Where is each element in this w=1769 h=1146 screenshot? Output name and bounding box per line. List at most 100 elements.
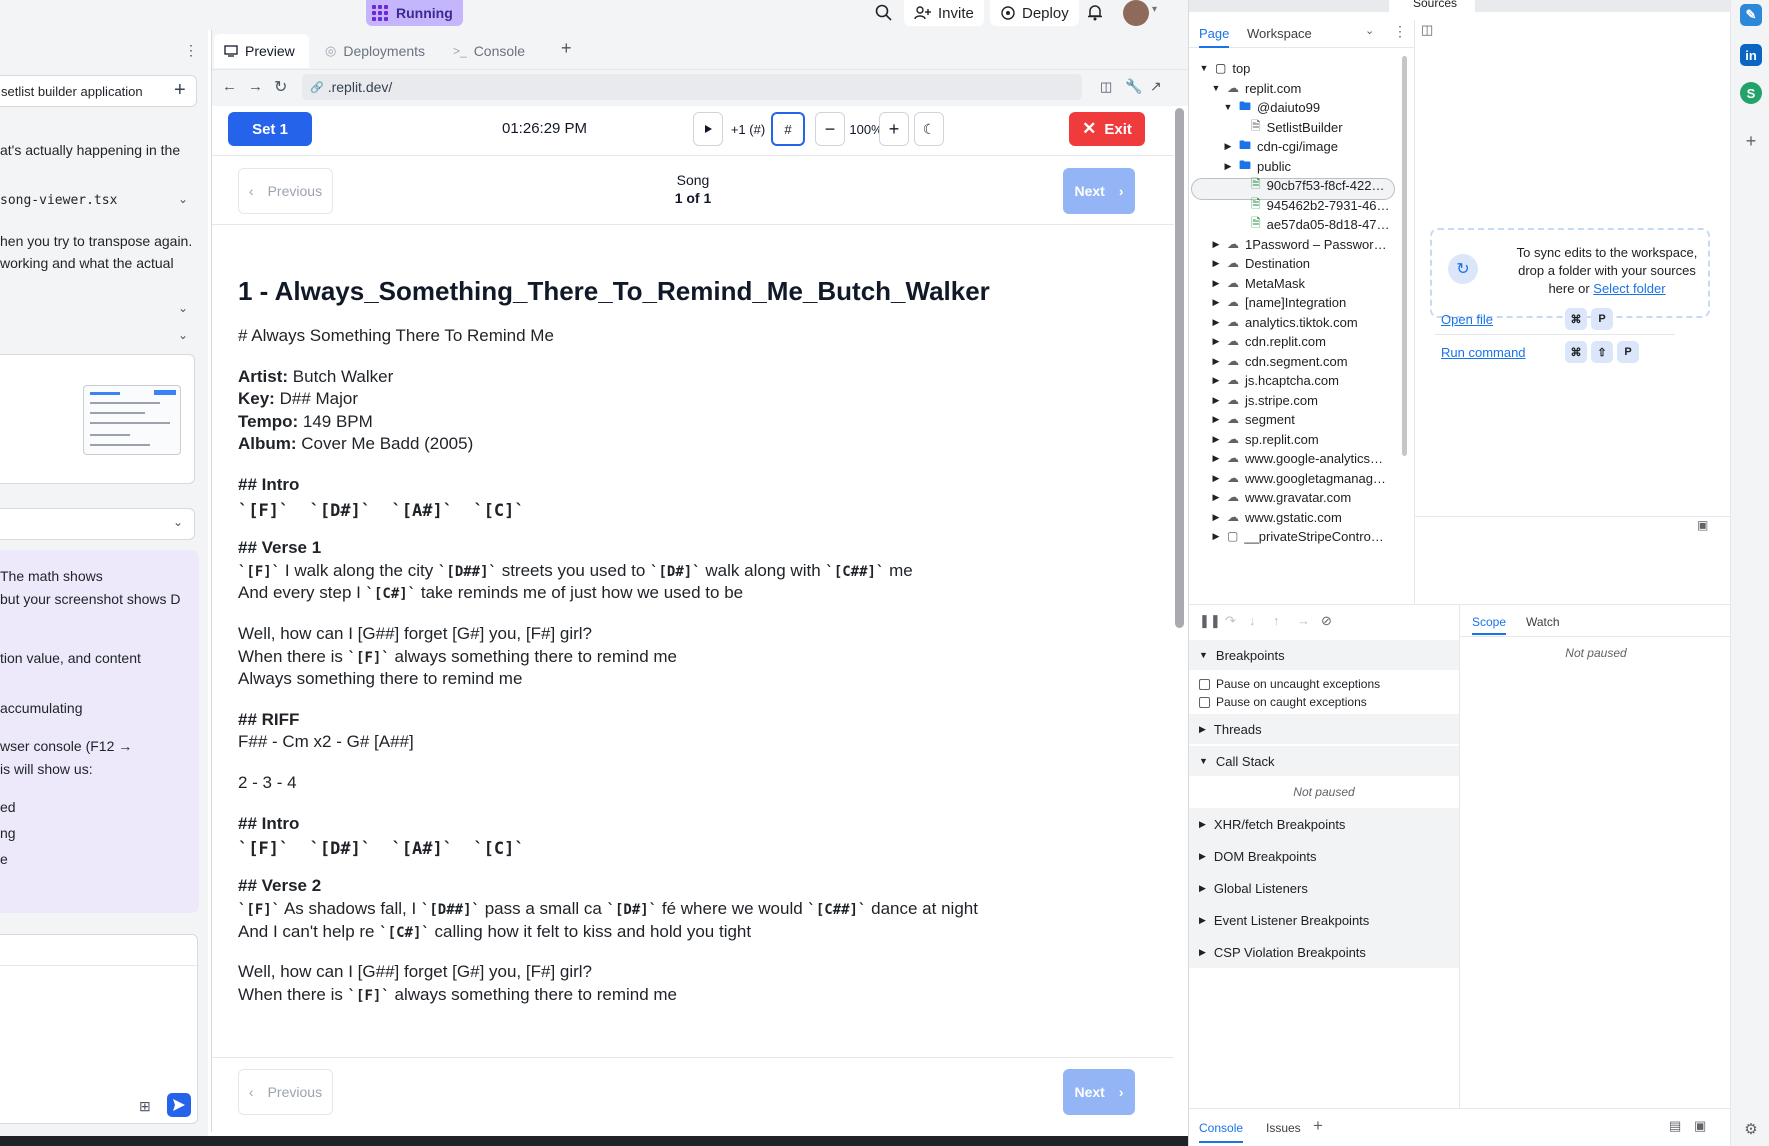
add-icon[interactable]: + — [1740, 130, 1762, 152]
dark-mode-button[interactable]: ☾ — [914, 112, 944, 146]
tree-item[interactable]: 🗎 90cb7f53-f8cf-422… — [1235, 175, 1384, 195]
tab-deployments[interactable]: ◎ Deployments — [315, 34, 437, 68]
workspace-drop-zone[interactable]: ↻ To sync edits to the workspace, drop a… — [1430, 228, 1710, 318]
tree-item[interactable]: ▶ ☁ js.hcaptcha.com — [1211, 370, 1339, 390]
toggle-sidebar-icon[interactable]: ◫ — [1421, 22, 1433, 38]
tree-item[interactable]: ▶ 🖿 public — [1223, 156, 1291, 176]
screenshot-attachment[interactable] — [0, 354, 195, 484]
threads-header[interactable]: ▶ Threads — [1189, 714, 1459, 744]
step-out-icon[interactable]: ↑ — [1273, 613, 1280, 628]
sharp-toggle-button[interactable]: # — [771, 112, 805, 146]
step-into-icon[interactable]: ↓ — [1249, 613, 1256, 628]
tree-item[interactable]: 🗎 SetlistBuilder — [1235, 117, 1343, 137]
previous-button[interactable]: ‹ Previous — [238, 1069, 333, 1115]
tab-workspace[interactable]: Workspace — [1247, 26, 1312, 41]
tree-item[interactable]: ▶ ☁ Destination — [1211, 253, 1311, 273]
tree-item[interactable]: ▶ ☁ 1Password – Passwor… — [1211, 234, 1387, 254]
exit-button[interactable]: ✕ Exit — [1069, 112, 1145, 146]
screenshot-icon[interactable]: ▣ — [1697, 518, 1708, 532]
tab-scope[interactable]: Scope — [1472, 615, 1507, 635]
tree-item[interactable]: ▶ ☁ cdn.segment.com — [1211, 351, 1348, 371]
chevron-down-icon[interactable]: ▾ — [1152, 4, 1157, 15]
more-options-icon[interactable]: ⋮ — [184, 42, 198, 59]
send-button[interactable] — [167, 1093, 191, 1117]
run-command-link[interactable]: Run command — [1441, 345, 1526, 360]
tree-item[interactable]: ▶ ☁ cdn.replit.com — [1211, 331, 1326, 351]
play-button[interactable] — [693, 112, 723, 146]
tree-item[interactable]: ▶ ☁ js.stripe.com — [1211, 390, 1318, 410]
breakpoints-header[interactable]: ▼ Breakpoints — [1189, 640, 1459, 670]
tree-item[interactable]: ▶ ☁ [name]Integration — [1211, 292, 1347, 312]
add-icon[interactable]: + — [174, 79, 186, 102]
new-tab-icon[interactable]: + — [561, 38, 572, 59]
tab-preview[interactable]: Preview — [214, 34, 309, 68]
more-options-icon[interactable]: ⋮ — [1393, 23, 1407, 40]
chevron-down-icon[interactable]: ⌄ — [178, 328, 188, 342]
chevron-down-icon[interactable]: ⌄ — [178, 301, 188, 315]
back-arrow-icon[interactable]: ← — [222, 78, 237, 95]
screenshot-thumbnail[interactable] — [83, 385, 181, 455]
step-over-icon[interactable]: ↷ — [1225, 613, 1236, 629]
forward-arrow-icon[interactable]: → — [248, 78, 263, 95]
chevron-down-icon[interactable]: ⌄ — [178, 192, 188, 206]
chevron-down-icon[interactable]: ⌄ — [1365, 24, 1374, 37]
settings-sliders-icon[interactable]: ⊞ — [139, 1098, 151, 1115]
extension-icon[interactable]: ✎ — [1740, 4, 1762, 26]
event-listener-breakpoints-header[interactable]: ▶ Event Listener Breakpoints — [1189, 904, 1459, 936]
tab-drawer-issues[interactable]: Issues — [1266, 1121, 1301, 1135]
tree-item[interactable]: ▶ ☁ www.gravatar.com — [1211, 487, 1352, 507]
deactivate-breakpoints-icon[interactable]: ⊘ — [1321, 613, 1332, 629]
tab-drawer-console[interactable]: Console — [1199, 1121, 1244, 1143]
tab-page[interactable]: Page — [1199, 26, 1230, 48]
tree-item[interactable]: ▶ ☁ www.googletagmanag… — [1211, 468, 1386, 488]
search-icon[interactable] — [875, 4, 892, 26]
wrench-icon[interactable]: 🔧 — [1125, 78, 1142, 95]
tree-item[interactable]: ▶ ☁ segment — [1211, 409, 1295, 429]
tab-sources[interactable]: Sources — [1389, 0, 1475, 12]
xhr-breakpoints-header[interactable]: ▶ XHR/fetch Breakpoints — [1189, 808, 1459, 840]
tab-watch[interactable]: Watch — [1526, 615, 1560, 629]
tree-scrollbar[interactable] — [1402, 56, 1407, 456]
dock-icon[interactable]: ▤ — [1669, 1118, 1681, 1134]
invite-button[interactable]: Invite — [904, 0, 984, 26]
tree-item[interactable]: 🗎 ae57da05-8d18-47… — [1235, 214, 1390, 234]
tree-item[interactable]: 🗎 945462b2-7931-46… — [1235, 195, 1390, 215]
call-stack-header[interactable]: ▼ Call Stack — [1189, 746, 1459, 776]
devices-icon[interactable]: ◫ — [1100, 79, 1112, 95]
run-status-button[interactable]: Running — [366, 0, 463, 26]
pause-caught-checkbox[interactable]: Pause on caught exceptions — [1199, 695, 1367, 709]
deploy-button[interactable]: Deploy — [990, 0, 1079, 26]
reload-icon[interactable]: ↻ — [274, 77, 287, 97]
select-folder-link[interactable]: Select folder — [1593, 281, 1665, 296]
step-icon[interactable]: → — [1297, 613, 1310, 628]
tree-item[interactable]: ▶ ☁ www.gstatic.com — [1211, 507, 1342, 527]
zoom-out-button[interactable]: − — [815, 112, 845, 146]
next-button[interactable]: Next › — [1063, 1069, 1135, 1115]
previous-button[interactable]: ‹ Previous — [238, 168, 333, 214]
url-input[interactable]: 🔗 .replit.dev/ — [302, 74, 1082, 100]
linkedin-icon[interactable]: in — [1740, 44, 1762, 66]
pause-uncaught-checkbox[interactable]: Pause on uncaught exceptions — [1199, 677, 1380, 691]
dom-breakpoints-header[interactable]: ▶ DOM Breakpoints — [1189, 840, 1459, 872]
open-file-link[interactable]: Open file — [1441, 312, 1493, 327]
tree-item[interactable]: ▶ ☁ sp.replit.com — [1211, 429, 1319, 449]
task-card[interactable]: setlist builder application + — [0, 75, 197, 107]
tab-console[interactable]: >_ Console — [443, 34, 543, 68]
global-listeners-header[interactable]: ▶ Global Listeners — [1189, 872, 1459, 904]
chevron-down-icon[interactable]: ⌄ — [173, 515, 183, 529]
tree-item[interactable]: ▶ 🖿 cdn-cgi/image — [1223, 136, 1338, 156]
tree-item[interactable]: ▶ ☁ www.google-analytics… — [1211, 448, 1383, 468]
collapsed-section[interactable]: ⌄ — [0, 508, 195, 540]
add-tab-icon[interactable]: + — [1313, 1116, 1323, 1136]
transpose-button[interactable]: +1 (#) — [727, 112, 769, 146]
avatar[interactable] — [1123, 0, 1149, 26]
scrollbar-thumb[interactable] — [1175, 108, 1184, 628]
next-button[interactable]: Next › — [1063, 168, 1135, 214]
bell-icon[interactable] — [1087, 3, 1103, 26]
close-drawer-icon[interactable]: ▣ — [1694, 1118, 1706, 1134]
tree-item[interactable]: ▼ ▢ top — [1199, 58, 1251, 78]
tree-item[interactable]: ▶ ▢ __privateStripeContro… — [1211, 526, 1384, 546]
pause-icon[interactable]: ❚❚ — [1199, 613, 1221, 629]
csp-breakpoints-header[interactable]: ▶ CSP Violation Breakpoints — [1189, 936, 1459, 968]
zoom-in-button[interactable]: + — [879, 112, 909, 146]
